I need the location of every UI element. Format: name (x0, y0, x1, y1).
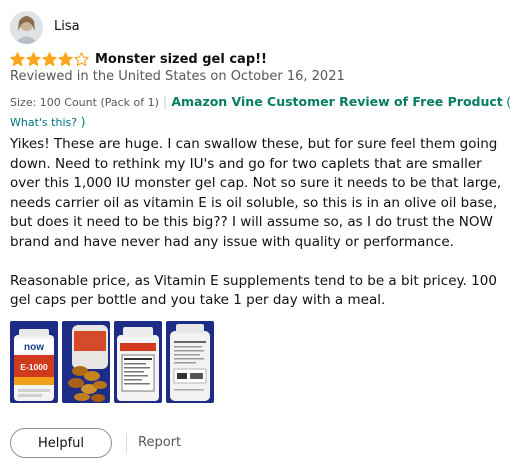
review-image-front[interactable]: now E-1000 (10, 321, 58, 403)
review-meta: Size: 100 Count (Pack of 1) | Amazon Vine … (10, 92, 515, 132)
paren-open: ( (506, 94, 512, 109)
avatar (10, 11, 43, 44)
avatar-image (10, 11, 43, 44)
review-date: Reviewed in the United States on October… (10, 69, 345, 84)
review-images: now E-1000 (10, 321, 214, 403)
vine-badge: Amazon Vine Customer Review of Free Prod… (171, 94, 503, 109)
star-filled-icon (58, 52, 73, 66)
review-image-bottle-back[interactable] (166, 321, 214, 403)
star-filled-icon (26, 52, 41, 66)
review-image-supplement-facts[interactable] (114, 321, 162, 403)
star-empty-icon (74, 52, 89, 66)
helpful-button[interactable]: Helpful (10, 428, 112, 458)
brand-logo: now (24, 342, 44, 353)
review-image-softgels[interactable] (62, 321, 110, 403)
reviewer-name[interactable]: Lisa (54, 19, 80, 34)
review-body: Yikes! These are huge. I can swallow the… (10, 135, 515, 311)
star-filled-icon (42, 52, 57, 66)
star-filled-icon (10, 52, 25, 66)
paren-close: ) (80, 114, 86, 129)
product-label: E-1000 (20, 362, 48, 372)
review-paragraph: Reasonable price, as Vitamin E supplemen… (10, 272, 497, 309)
review-paragraph: Yikes! These are huge. I can swallow the… (10, 136, 502, 250)
whats-this-link[interactable]: What's this? (10, 116, 77, 129)
size-info[interactable]: Size: 100 Count (Pack of 1) (10, 96, 159, 109)
rating-and-title: Monster sized gel cap!! (10, 50, 267, 69)
meta-divider: | (162, 95, 168, 110)
review-title[interactable]: Monster sized gel cap!! (95, 52, 267, 67)
action-divider (126, 433, 127, 453)
report-link[interactable]: Report (138, 435, 181, 450)
star-rating[interactable] (10, 52, 89, 67)
